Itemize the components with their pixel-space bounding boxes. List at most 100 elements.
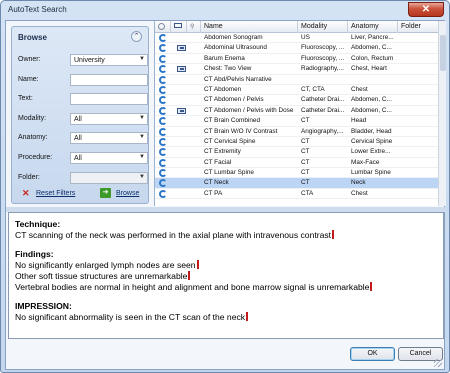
filter-value: All: [74, 155, 82, 162]
header-folder[interactable]: Folder: [398, 21, 439, 33]
table-row[interactable]: CT Cervical Spine CT Cervical Spine: [155, 137, 439, 148]
field-marker-icon: [188, 271, 191, 280]
filter-dropdown[interactable]: All ▼: [70, 132, 148, 144]
table-row[interactable]: Abdominal Ultrasound Fluoroscopy, ... Abdo…: [155, 43, 439, 54]
refresh-icon: [159, 117, 167, 126]
filter-row: Folder: ▼: [18, 172, 148, 184]
reset-filters-link[interactable]: Reset Filters: [36, 190, 75, 197]
cell-anatomy: Abdomen, C...: [351, 44, 392, 52]
cell-modality: CT: [301, 137, 310, 145]
filter-dropdown[interactable]: All ▼: [70, 113, 148, 125]
cell-name: Abdomen Sonogram: [204, 34, 263, 41]
cell-anatomy: Chest: [351, 189, 368, 197]
field-marker-icon: [246, 312, 249, 321]
cell-name: Barum Enema: [204, 54, 245, 62]
refresh-icon: [159, 75, 167, 84]
header-modality[interactable]: Modality: [298, 21, 348, 33]
refresh-icon: [159, 34, 167, 42]
cell-anatomy: Abdomen, C...: [351, 106, 392, 114]
table-row[interactable]: Barum Enema Fluoroscopy, ... Colon, Rectum: [155, 54, 439, 65]
header-link-col[interactable]: [171, 21, 187, 33]
ok-button[interactable]: OK: [350, 347, 395, 361]
header-name[interactable]: Name: [201, 21, 298, 33]
autotext-search-window: AutoText Search ✕ Browse ⌃ Owner: Univers…: [0, 0, 450, 373]
table-row[interactable]: CT Brain W/O IV Contrast Angiography,... B…: [155, 127, 439, 137]
cell-modality: Fluoroscopy, ...: [301, 44, 345, 52]
cell-anatomy: [348, 75, 398, 85]
filter-dropdown[interactable]: University ▼: [70, 54, 148, 66]
filter-row: Name:: [18, 74, 148, 86]
refresh-icon: [159, 179, 167, 188]
browse-link[interactable]: Browse: [116, 190, 139, 197]
cell-anatomy: Bladder, Head: [351, 127, 392, 135]
filter-dropdown[interactable]: ▼: [70, 172, 148, 184]
preview-line: Other soft tissue structures are unremar…: [15, 271, 191, 281]
reset-filters-icon: ✕: [22, 188, 30, 198]
cell-anatomy: Liver, Pancre...: [351, 34, 394, 41]
cell-anatomy: Colon, Rectum: [351, 54, 394, 62]
filter-dropdown[interactable]: All ▼: [70, 152, 148, 164]
autotext-preview[interactable]: Technique: CT scanning of the neck was pe…: [8, 212, 444, 339]
cell-modality: Radiography,...: [301, 65, 344, 73]
filter-label: Procedure:: [18, 154, 53, 161]
cell-modality: CT: [301, 179, 310, 187]
cell-name: CT Facial: [204, 158, 232, 166]
grid-header: ⚲ Name Modality Anatomy Folder: [155, 21, 446, 33]
table-row[interactable]: CT Lumbar Spine CT Lumbar Spine: [155, 168, 439, 179]
table-row[interactable]: CT PA CTA Chest: [155, 189, 439, 200]
preview-heading: Technique:: [15, 219, 60, 229]
resize-grip[interactable]: [434, 359, 442, 367]
preview-text: Other soft tissue structures are unremar…: [15, 271, 188, 281]
cell-anatomy: Head: [351, 117, 367, 125]
cell-modality: US: [301, 34, 310, 41]
filter-value: University: [74, 57, 105, 64]
filter-text-input[interactable]: [70, 93, 148, 105]
cell-modality: CT: [301, 148, 310, 156]
title-bar: AutoText Search ✕: [1, 1, 449, 19]
cell-modality: CT: [301, 158, 310, 166]
cell-anatomy: Max-Face: [351, 158, 380, 166]
close-button[interactable]: ✕: [408, 2, 444, 17]
autotext-grid: ⚲ Name Modality Anatomy Folder Abdomen S…: [154, 21, 446, 206]
table-row[interactable]: CT Extremity CT Lower Extre...: [155, 147, 439, 158]
table-row[interactable]: Abdomen Sonogram US Liver, Pancre...: [155, 33, 439, 44]
preview-line: No significantly enlarged lymph nodes ar…: [15, 260, 199, 270]
table-row[interactable]: CT Abdomen / Pelvis Catheter Drai... Abdom…: [155, 95, 439, 106]
header-key-col[interactable]: ⚲: [187, 21, 201, 33]
dropdown-arrow-icon: ▼: [139, 134, 145, 140]
filter-row: Anatomy: All ▼: [18, 132, 148, 144]
filter-text-input[interactable]: [70, 74, 148, 86]
cell-modality: CT: [301, 169, 310, 177]
header-anatomy[interactable]: Anatomy: [348, 21, 398, 33]
filter-label: Modality:: [18, 115, 47, 122]
refresh-icon: [159, 137, 167, 146]
filter-label: Anatomy:: [18, 134, 48, 141]
collapse-chevron-icon[interactable]: ⌃: [131, 31, 142, 42]
grid-scroll-thumb[interactable]: [440, 35, 446, 71]
browse-panel: Browse ⌃ Owner: University ▼ Name: Text: Moda…: [11, 26, 149, 204]
preview-heading: Findings:: [15, 249, 54, 259]
table-row[interactable]: CT Abd/Pelvis Narrative: [155, 75, 439, 85]
refresh-icon: [159, 189, 167, 198]
cell-modality: [298, 75, 348, 85]
cell-name: CT Neck: [204, 179, 229, 187]
table-row[interactable]: CT Abdomen / Pelvis with Dose Catheter Dr…: [155, 106, 439, 117]
table-row[interactable]: Chest: Two View Radiography,... Chest, Hea…: [155, 64, 439, 75]
table-row[interactable]: CT Brain Combined CT Head: [155, 116, 439, 127]
table-row[interactable]: CT Neck CT Neck: [155, 178, 439, 189]
client-area: Browse ⌃ Owner: University ▼ Name: Text: Moda…: [5, 20, 446, 370]
grid-scrollbar[interactable]: [438, 21, 446, 206]
cell-name: CT Abd/Pelvis Narrative: [204, 75, 272, 83]
table-row[interactable]: CT Abdomen CT, CTA Chest: [155, 85, 439, 96]
cell-anatomy: Chest, Heart: [351, 65, 387, 73]
header-refresh-col[interactable]: [155, 21, 171, 33]
preview-line: CT scanning of the neck was performed in…: [15, 230, 335, 240]
preview-text: No significantly enlarged lymph nodes ar…: [15, 260, 196, 270]
cell-name: CT Abdomen / Pelvis with Dose: [204, 106, 294, 114]
field-marker-icon: [332, 230, 335, 239]
field-marker-icon: [196, 260, 199, 269]
refresh-icon: [159, 158, 167, 167]
cell-modality: CTA: [301, 189, 314, 197]
preview-text: No significant abnormality is seen in th…: [15, 312, 246, 322]
table-row[interactable]: CT Facial CT Max-Face: [155, 158, 439, 169]
